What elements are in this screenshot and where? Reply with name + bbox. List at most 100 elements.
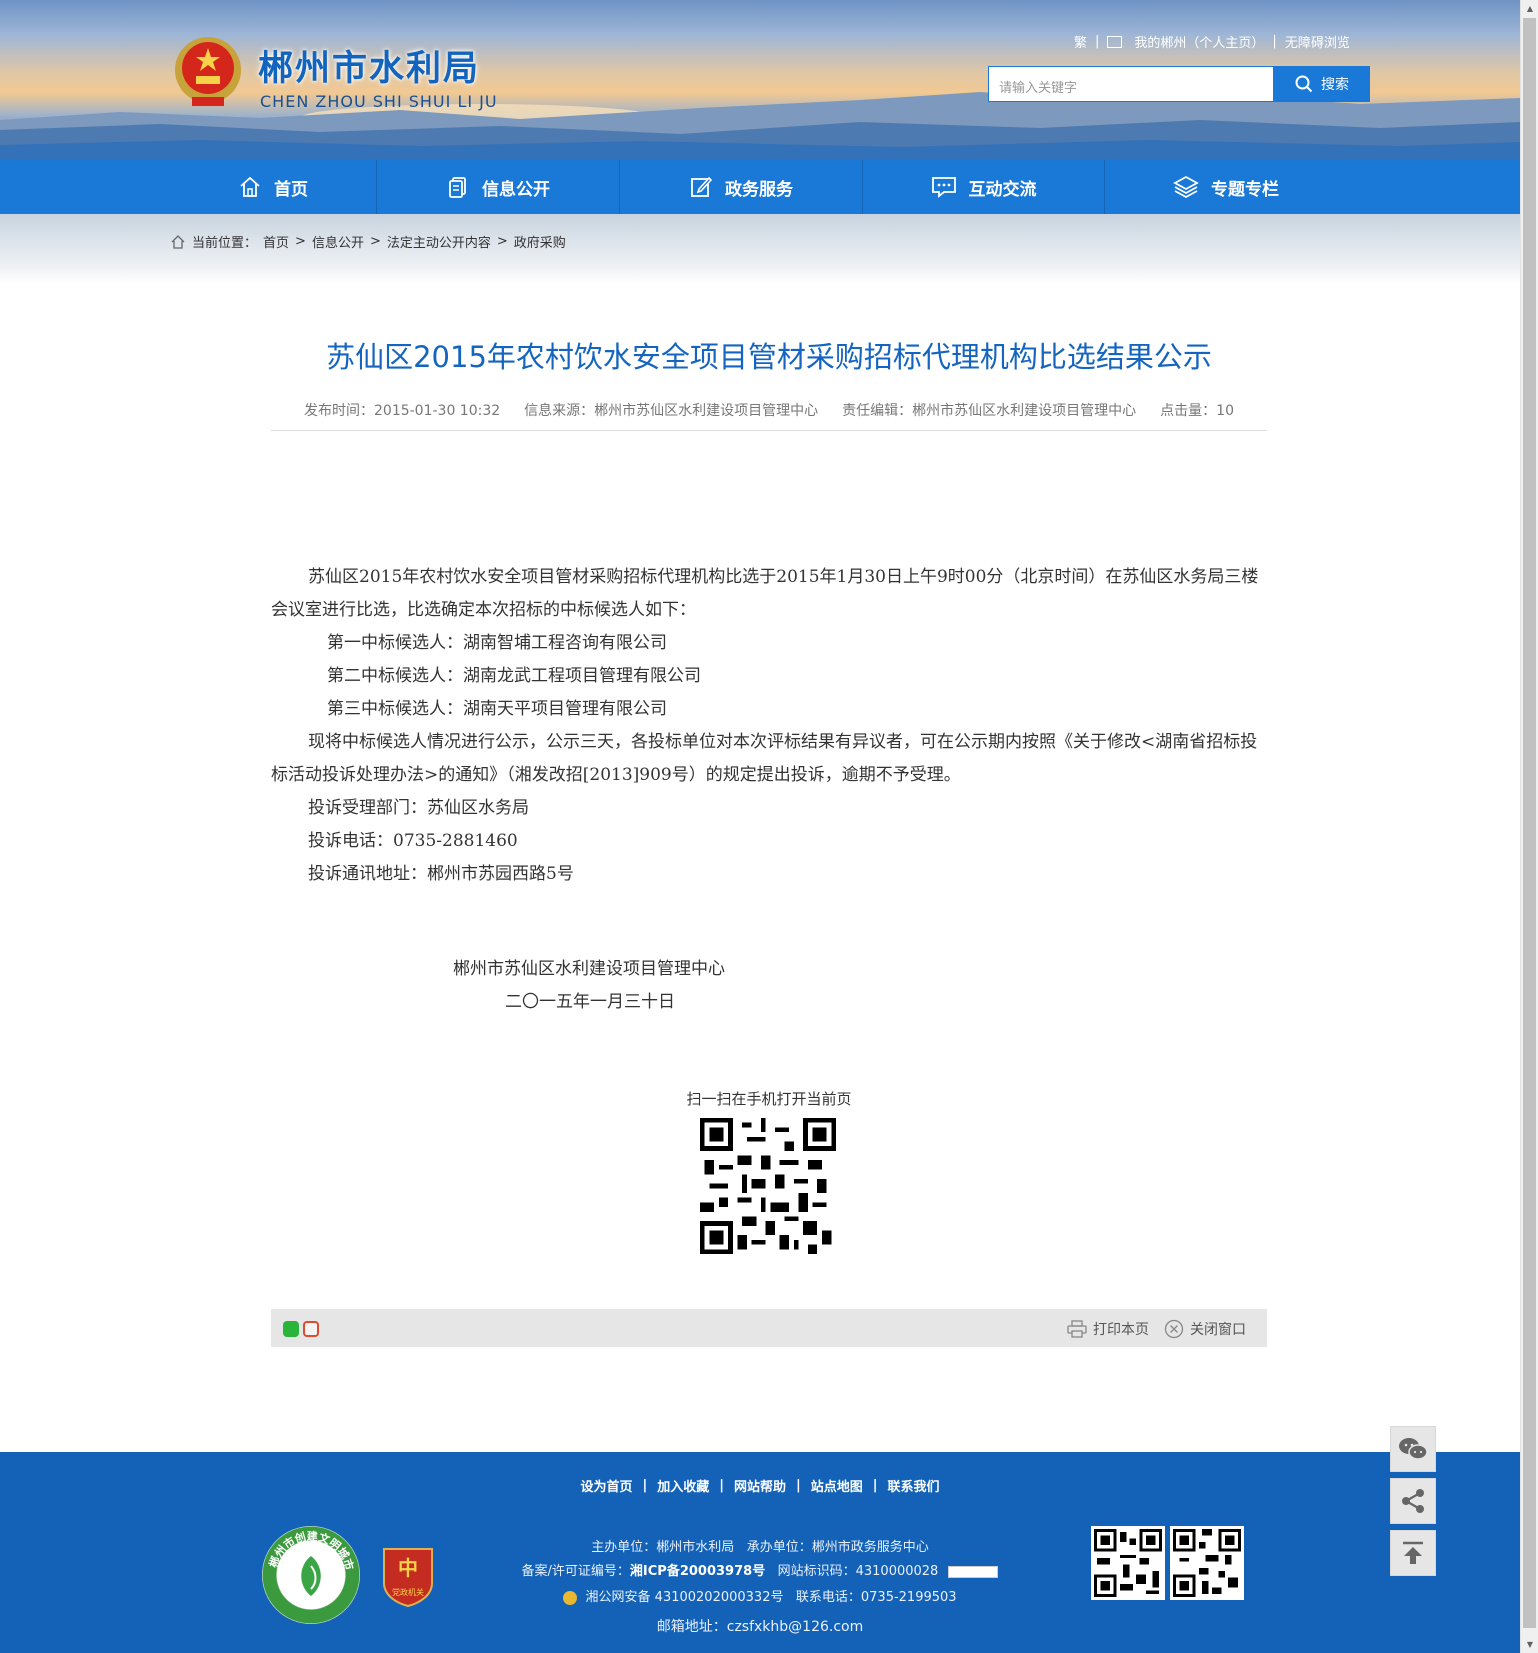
traditional-chinese-link[interactable]: 繁 bbox=[1074, 32, 1087, 51]
my-chenzhou-link[interactable]: 我的郴州（个人主页） bbox=[1134, 32, 1264, 51]
float-wechat-button[interactable] bbox=[1390, 1426, 1436, 1472]
nav-item-gov-services[interactable]: 政务服务 bbox=[620, 160, 862, 214]
site-subtitle: CHEN ZHOU SHI SHUI LI JU bbox=[260, 92, 498, 111]
footer-police-line: 湘公网安备 43100202000332号 联系电话：0735-2199503 bbox=[500, 1586, 1020, 1605]
wechat-icon bbox=[1399, 1438, 1428, 1460]
footer-link-help[interactable]: 网站帮助 bbox=[734, 1476, 786, 1495]
site-title: 郴州市水利局 bbox=[258, 49, 481, 89]
float-share-button[interactable] bbox=[1390, 1478, 1436, 1524]
document-icon bbox=[449, 177, 466, 198]
scroll-up-arrow-icon[interactable]: ▲ bbox=[1521, 0, 1538, 17]
search-icon bbox=[1295, 75, 1313, 93]
paragraph-complaint-address: 投诉通讯地址：郴州市苏园西路5号 bbox=[308, 864, 574, 884]
edit-icon bbox=[691, 176, 713, 197]
footer-icp-link[interactable]: 湘ICP备20003978号 bbox=[630, 1564, 765, 1579]
page: 郴州市水利局 CHEN ZHOU SHI SHUI LI JU 繁 | 我的郴州… bbox=[0, 0, 1520, 1653]
article-title: 苏仙区2015年农村饮水安全项目管材采购招标代理机构比选结果公示 bbox=[326, 340, 1212, 374]
article-body: 苏仙区2015年农村饮水安全项目管材采购招标代理机构比选于2015年1月30日上… bbox=[271, 561, 1267, 891]
nav-label: 政务服务 bbox=[725, 179, 793, 200]
nav-label: 首页 bbox=[274, 179, 308, 200]
nav-item-special-topics[interactable]: 专题专栏 bbox=[1105, 160, 1347, 214]
chat-icon bbox=[931, 177, 956, 198]
print-button[interactable]: 打印本页 bbox=[1067, 1319, 1149, 1339]
footer-link-sitemap[interactable]: 站点地图 bbox=[811, 1476, 863, 1495]
separator: | bbox=[796, 1478, 801, 1493]
leaf-emblem-icon: 郴州市创建文明城市 bbox=[266, 1529, 357, 1596]
footer-link-favorites[interactable]: 加入收藏 bbox=[657, 1476, 709, 1495]
signature-org: 郴州市苏仙区水利建设项目管理中心 bbox=[453, 959, 725, 979]
vertical-scrollbar[interactable]: ▲ ▼ bbox=[1520, 0, 1538, 1653]
close-window-button[interactable]: 关闭窗口 bbox=[1164, 1319, 1246, 1339]
footer-sponsor: 主办单位：郴州市水利局 bbox=[591, 1540, 735, 1555]
footer-phone: 联系电话：0735-2199503 bbox=[795, 1590, 957, 1605]
home-icon bbox=[171, 234, 185, 249]
police-emblem-icon bbox=[563, 1590, 578, 1605]
nav-label: 互动交流 bbox=[968, 179, 1037, 200]
footer-link-contact[interactable]: 联系我们 bbox=[888, 1476, 940, 1495]
paragraph-complaint-dept: 投诉受理部门：苏仙区水务局 bbox=[308, 798, 529, 818]
search-button-label: 搜索 bbox=[1321, 77, 1349, 93]
nav-item-interaction[interactable]: 互动交流 bbox=[863, 160, 1104, 214]
paragraph-candidate-2: 第二中标候选人：湖南龙武工程项目管理有限公司 bbox=[327, 666, 701, 686]
breadcrumb-item-info[interactable]: 信息公开 bbox=[312, 232, 364, 251]
share-icon bbox=[1402, 1489, 1424, 1513]
main-nav: 首页 信息公开 政务服务 互动交流 专题专栏 bbox=[0, 160, 1520, 214]
search-button[interactable]: 搜索 bbox=[1274, 66, 1370, 102]
back-to-top-icon bbox=[1403, 1541, 1423, 1564]
breadcrumb-separator: > bbox=[295, 234, 306, 249]
scrollbar-thumb[interactable] bbox=[1523, 18, 1536, 1628]
footer-link-set-homepage[interactable]: 设为首页 bbox=[580, 1476, 632, 1495]
breadcrumb-item-home[interactable]: 首页 bbox=[263, 232, 289, 251]
civilized-city-badge[interactable]: 郴州市创建文明城市 bbox=[262, 1526, 360, 1624]
nav-item-home[interactable]: 首页 bbox=[170, 160, 376, 214]
printer-icon bbox=[1067, 1320, 1087, 1338]
signature-date: 二〇一五年一月三十日 bbox=[505, 992, 675, 1012]
breadcrumb-separator: > bbox=[496, 234, 508, 249]
qr-code-icon bbox=[1173, 1529, 1241, 1597]
info-source: 信息来源：郴州市苏仙区水利建设项目管理中心 bbox=[524, 403, 819, 419]
scroll-down-arrow-icon[interactable]: ▼ bbox=[1521, 1636, 1538, 1653]
party-gov-badge[interactable]: 中 党政机关 bbox=[382, 1545, 434, 1607]
separator: | bbox=[719, 1478, 724, 1493]
responsible-editor: 责任编辑：郴州市苏仙区水利建设项目管理中心 bbox=[842, 403, 1137, 419]
paragraph-candidate-3: 第三中标候选人：湖南天平项目管理有限公司 bbox=[327, 699, 667, 719]
separator: | bbox=[872, 1478, 878, 1493]
breadcrumb: 当前位置： 首页 > 信息公开 > 法定主动公开内容 > 政府采购 bbox=[170, 232, 566, 251]
close-label: 关闭窗口 bbox=[1190, 1322, 1246, 1338]
footer-police[interactable]: 湘公网安备 43100202000332号 bbox=[586, 1590, 784, 1605]
footer-sponsor-line: 主办单位：郴州市水利局 承办单位：郴州市政务服务中心 bbox=[500, 1536, 1020, 1555]
breadcrumb-separator: > bbox=[369, 234, 381, 249]
qr-caption: 扫一扫在手机打开当前页 bbox=[686, 1090, 852, 1108]
separator: | bbox=[1095, 34, 1100, 49]
separator: | bbox=[642, 1478, 648, 1493]
divider bbox=[271, 430, 1267, 431]
breadcrumb-item-procurement[interactable]: 政府采购 bbox=[514, 232, 566, 251]
share-bar: 打印本页 关闭窗口 bbox=[271, 1309, 1267, 1347]
svg-text:中: 中 bbox=[398, 1556, 418, 1580]
footer-undertaker: 承办单位：郴州市政务服务中心 bbox=[746, 1540, 929, 1555]
national-emblem-icon bbox=[175, 37, 241, 106]
footer-qr-code-1 bbox=[1091, 1526, 1165, 1600]
publish-time: 发布时间：2015-01-30 10:32 bbox=[304, 403, 501, 419]
breadcrumb-item-statutory[interactable]: 法定主动公开内容 bbox=[387, 232, 491, 251]
article-meta: 发布时间：2015-01-30 10:32 信息来源：郴州市苏仙区水利建设项目管… bbox=[271, 400, 1267, 420]
search-input[interactable]: 请输入关键字 bbox=[988, 66, 1274, 102]
nav-label: 专题专栏 bbox=[1211, 179, 1279, 200]
badge-red-text: 党政机关 bbox=[392, 1587, 424, 1597]
paragraph-intro: 苏仙区2015年农村饮水安全项目管材采购招标代理机构比选于2015年1月30日上… bbox=[271, 567, 1259, 620]
wechat-share-icon[interactable] bbox=[283, 1321, 299, 1337]
nav-item-info-disclosure[interactable]: 信息公开 bbox=[377, 160, 619, 214]
footer-links: 设为首页 | 加入收藏 | 网站帮助 | 站点地图 | 联系我们 bbox=[0, 1476, 1520, 1495]
qr-code-icon bbox=[1094, 1529, 1162, 1597]
paragraph-candidate-1: 第一中标候选人：湖南智埔工程咨询有限公司 bbox=[327, 633, 667, 653]
footer-icp-line: 备案/许可证编号：湘ICP备20003978号 网站标识码：4310000028 bbox=[500, 1560, 1020, 1579]
close-icon bbox=[1164, 1319, 1184, 1339]
weibo-share-icon[interactable] bbox=[303, 1321, 319, 1337]
float-back-to-top-button[interactable] bbox=[1390, 1530, 1436, 1576]
footer-site-id: 网站标识码：4310000028 bbox=[777, 1564, 939, 1579]
footer-qr-code-2 bbox=[1170, 1526, 1244, 1600]
accessibility-link[interactable]: 无障碍浏览 bbox=[1285, 32, 1350, 51]
breadcrumb-prefix: 当前位置： bbox=[192, 236, 258, 251]
footer-icp-label: 备案/许可证编号： bbox=[521, 1564, 630, 1579]
separator: | bbox=[1272, 34, 1277, 49]
